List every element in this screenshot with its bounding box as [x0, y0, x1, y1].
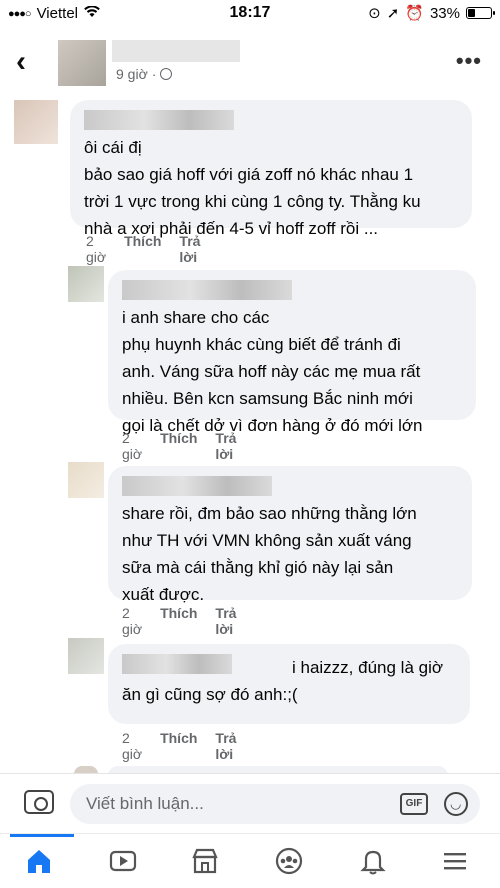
tab-menu[interactable] — [440, 846, 476, 878]
more-options-button[interactable]: ••• — [456, 48, 482, 74]
comment-time: 2 giờ — [86, 233, 107, 265]
comment-text: share rồi, đm bảo sao những thằng lớn nh… — [122, 504, 417, 604]
comment-time: 2 giờ — [122, 605, 143, 637]
comment-bubble[interactable]: i anh share cho các phụ huynh khác cùng … — [108, 270, 476, 435]
comment-bubble[interactable]: share rồi, đm bảo sao những thằng lớn nh… — [108, 466, 472, 604]
avatar[interactable] — [68, 462, 104, 498]
tab-video[interactable] — [108, 846, 144, 878]
battery-fill — [468, 9, 475, 17]
video-icon — [109, 850, 137, 872]
avatar[interactable] — [68, 638, 104, 674]
comment-time: 2 giờ — [122, 730, 143, 762]
alarm-icon: ⏰ — [405, 5, 424, 22]
battery-percent: 33% — [429, 4, 460, 22]
reply-button[interactable]: Trả lời — [215, 605, 236, 637]
post-meta: 9 giờ · — [116, 66, 173, 82]
tab-home[interactable] — [10, 834, 74, 878]
comment-first-line: ôi cái đị — [84, 138, 142, 157]
globe-icon — [160, 68, 173, 80]
like-button[interactable]: Thích — [160, 430, 197, 462]
battery-icon — [466, 7, 495, 19]
like-button[interactable]: Thích — [160, 730, 197, 762]
reply-button[interactable]: Trả lời — [179, 233, 200, 265]
reply-button[interactable]: Trả lời — [215, 430, 236, 462]
comment-first-line: i anh share cho các — [122, 308, 270, 327]
comment-input[interactable]: Viết bình luận... GIF — [70, 784, 480, 824]
comment-text: bảo sao giá hoff với giá zoff nó khác nh… — [84, 165, 421, 238]
post-header: ‹ 9 giờ · ••• — [0, 34, 500, 90]
comment-input-placeholder: Viết bình luận... — [86, 794, 204, 813]
gif-button[interactable]: GIF — [400, 793, 428, 815]
comment-author-blurred[interactable] — [122, 476, 272, 496]
comment-actions: 2 giờ Thích Trả lời — [122, 430, 236, 462]
comment-text: ăn gì cũng sợ đó anh:;( — [122, 685, 298, 704]
comment-bubble[interactable]: i haizzz, đúng là giờ ăn gì cũng sợ đó a… — [108, 644, 470, 724]
like-button[interactable]: Thích — [124, 233, 161, 265]
orientation-lock-icon: ⊙ — [368, 5, 381, 22]
comment-composer: Viết bình luận... GIF — [0, 773, 500, 833]
comment-author-blurred[interactable] — [84, 110, 234, 130]
avatar[interactable] — [58, 40, 106, 86]
camera-icon[interactable] — [24, 790, 54, 814]
like-button[interactable]: Thích — [160, 605, 197, 637]
tab-marketplace[interactable] — [190, 846, 226, 878]
groups-icon — [275, 847, 303, 875]
avatar[interactable] — [68, 266, 104, 302]
comment-author-blurred[interactable] — [122, 280, 292, 300]
home-icon — [28, 850, 50, 873]
marketplace-icon — [192, 848, 218, 874]
comment-actions: 2 giờ Thích Trả lời — [86, 233, 200, 265]
bell-icon — [360, 850, 386, 875]
post-time: 9 giờ — [116, 66, 148, 82]
tab-notifications[interactable] — [358, 846, 394, 878]
comment-time: 2 giờ — [122, 430, 143, 462]
reply-button[interactable]: Trả lời — [215, 730, 236, 762]
back-button[interactable]: ‹ — [16, 47, 42, 78]
emoji-icon[interactable] — [444, 792, 468, 816]
comment-text: phụ huynh khác cùng biết để tránh đi anh… — [122, 335, 423, 435]
author-name-blurred[interactable] — [112, 40, 240, 62]
tab-groups[interactable] — [274, 846, 310, 878]
comment-bubble[interactable]: ôi cái đị bảo sao giá hoff với giá zoff … — [70, 100, 472, 238]
comment-actions: 2 giờ Thích Trả lời — [122, 730, 236, 762]
menu-icon — [444, 853, 466, 870]
status-bar: ●●●○ Viettel 18:17 ⊙ ➚ ⏰ 33% — [0, 0, 500, 28]
location-icon: ➚ — [386, 5, 400, 22]
bottom-tab-bar — [0, 833, 500, 888]
avatar[interactable] — [14, 100, 58, 144]
comment-first-line: i haizzz, đúng là giờ — [292, 658, 444, 677]
comment-actions: 2 giờ Thích Trả lời — [122, 605, 236, 637]
